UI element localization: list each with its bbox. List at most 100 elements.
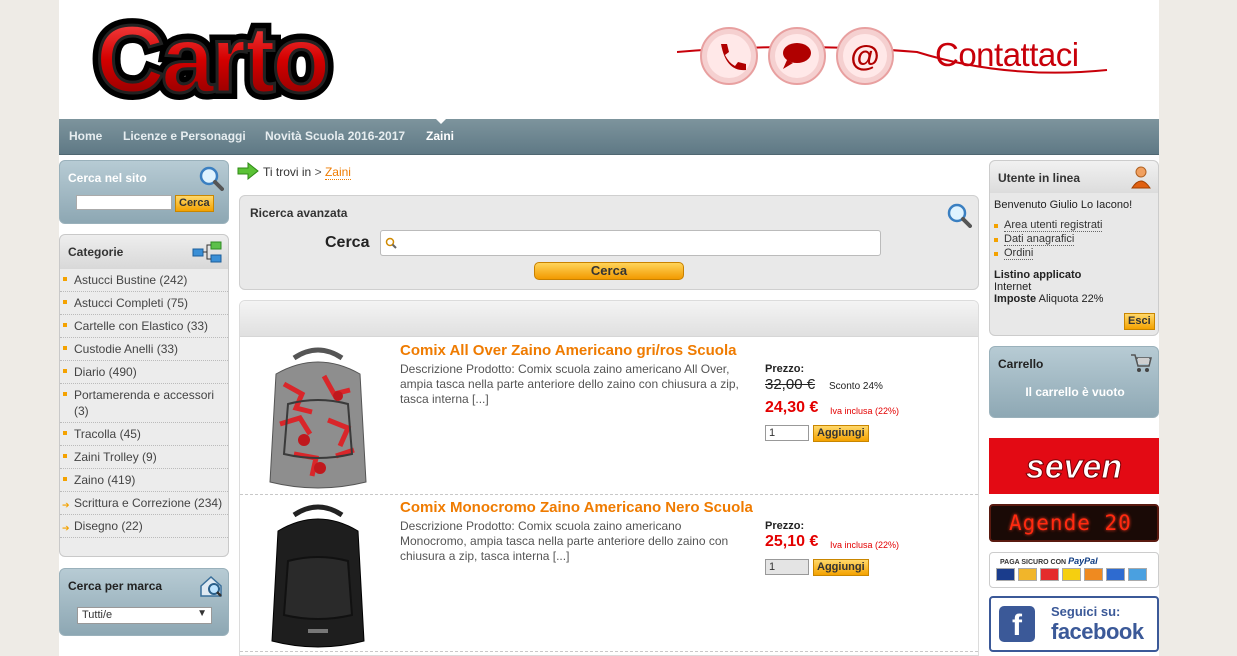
svg-text:@: @ [850, 40, 879, 73]
seven-banner[interactable]: seven [989, 438, 1159, 494]
user-welcome: Benvenuto Giulio Lo Iacono! [994, 199, 1133, 211]
phone-icon [700, 27, 758, 85]
listino-label: Listino applicato [994, 269, 1082, 281]
bullet-icon [63, 369, 67, 373]
mastercard-icon [1018, 568, 1037, 581]
arrow-right-icon: ➔ [62, 523, 70, 533]
postepay-card-icon [1040, 568, 1059, 581]
backpack-black-image[interactable] [254, 501, 382, 649]
arrow-right-icon: ➔ [62, 500, 70, 510]
results-toolbar [240, 301, 978, 337]
main-nav: Home Licenze e Personaggi Novità Scuola … [59, 118, 1159, 155]
facebook-icon: f [999, 606, 1035, 642]
category-item[interactable]: Tracolla (45) [60, 423, 228, 446]
category-label: Tracolla (45) [74, 427, 141, 441]
category-item[interactable]: ➔ Disegno (22) [60, 515, 228, 538]
facebook-follow-text: Seguici su: [1051, 604, 1121, 619]
old-price: 32,00 € [765, 376, 816, 393]
category-item[interactable]: Portamerenda e accessori (3) [60, 384, 228, 423]
facebook-banner[interactable]: f Seguici su: facebook [989, 596, 1159, 652]
categories-title: Categorie [68, 245, 124, 259]
category-item[interactable]: Custodie Anelli (33) [60, 338, 228, 361]
bullet-icon [63, 454, 67, 458]
price: 25,10 € [765, 533, 819, 550]
advanced-search-panel: Ricerca avanzata Cerca Cerca [239, 195, 979, 290]
quantity-input[interactable]: 1 [765, 425, 809, 441]
advanced-search-button[interactable]: Cerca [534, 262, 684, 280]
logo-text: Carto [96, 6, 327, 110]
user-box: Utente in linea Benvenuto Giulio Lo Iaco… [989, 160, 1159, 336]
email-icon: @ [836, 27, 894, 85]
nav-novita[interactable]: Novità Scuola 2016-2017 [265, 129, 405, 143]
product-title[interactable]: Comix Monocromo Zaino Americano Nero Scu… [400, 499, 753, 516]
page: Carto Carto @ Contattaci Home Licenze e … [59, 0, 1159, 656]
logout-button[interactable]: Esci [1124, 313, 1155, 330]
category-item[interactable]: Cartelle con Elastico (33) [60, 315, 228, 338]
bullet-icon [63, 431, 67, 435]
category-label: Astucci Completi (75) [74, 296, 189, 310]
nav-zaini[interactable]: Zaini [426, 129, 454, 143]
paypal-banner: PAGA SICURO CON PayPal [989, 552, 1159, 588]
breadcrumb-current[interactable]: Zaini [324, 165, 351, 180]
category-label: Zaino (419) [74, 473, 136, 487]
product-item: Comix All Over Zaino Americano gri/ros S… [240, 338, 978, 495]
user-title: Utente in linea [998, 171, 1081, 185]
category-item[interactable]: Zaini Trolley (9) [60, 446, 228, 469]
magnifier-icon [947, 203, 972, 228]
carto-logo[interactable]: Carto Carto [67, 0, 355, 120]
add-to-cart-button[interactable]: Aggiungi [813, 425, 869, 442]
link-dati-anagrafici[interactable]: Dati anagrafici [1004, 233, 1075, 246]
category-label: Cartelle con Elastico (33) [74, 319, 209, 333]
nav-licenze[interactable]: Licenze e Personaggi [123, 129, 246, 143]
category-label: Disegno (22) [74, 519, 143, 533]
agende-led-banner[interactable]: Agende 20 [989, 504, 1159, 542]
vat-label: Iva inclusa (22%) [830, 406, 900, 416]
postepay-evolution-icon [1062, 568, 1081, 581]
price-label: Prezzo: [765, 363, 805, 375]
link-area-utenti[interactable]: Area utenti registrati [1004, 219, 1103, 232]
nav-home[interactable]: Home [69, 129, 102, 143]
dropdown-arrow-icon: ▼ [197, 608, 207, 619]
category-label: Custodie Anelli (33) [74, 342, 179, 356]
seven-logo-text: seven [1026, 448, 1122, 486]
category-label: Zaini Trolley (9) [74, 450, 157, 464]
cart-title: Carrello [998, 357, 1044, 371]
bullet-icon [63, 346, 67, 350]
discount-label: Sconto 24% [829, 381, 883, 392]
paypal-prefix: PAGA SICURO CON [1000, 559, 1067, 566]
bullet-icon [63, 392, 67, 396]
breadcrumb-separator: > [314, 165, 322, 179]
category-label: Astucci Bustine (242) [74, 273, 188, 287]
category-item[interactable]: Diario (490) [60, 361, 228, 384]
imposte-value: Aliquota 22% [1038, 293, 1104, 305]
listino-value: Internet [994, 281, 1032, 293]
category-label: Portamerenda e accessori (3) [74, 388, 215, 418]
imposte-label: Imposte [994, 293, 1037, 305]
backpack-grey-red-image[interactable] [254, 344, 382, 492]
paypal-brand: PayPal [1068, 556, 1098, 566]
category-item[interactable]: Zaino (419) [60, 469, 228, 492]
bullet-icon [994, 224, 998, 228]
contact-label[interactable]: Contattaci [935, 36, 1079, 74]
link-ordini[interactable]: Ordini [1004, 247, 1034, 260]
house-search-icon [200, 575, 222, 597]
site-search-button[interactable]: Cerca [175, 195, 214, 212]
advanced-search-input[interactable] [380, 230, 881, 256]
led-text: Agende 20 [1009, 511, 1132, 535]
category-item[interactable]: ➔ Scrittura e Correzione (234) [60, 492, 228, 515]
bullet-icon [63, 277, 67, 281]
product-title[interactable]: Comix All Over Zaino Americano gri/ros S… [400, 342, 736, 359]
quantity-input[interactable]: 1 [765, 559, 809, 575]
user-icon [1131, 166, 1151, 189]
category-item[interactable]: Astucci Completi (75) [60, 292, 228, 315]
category-label: Diario (490) [74, 365, 137, 379]
cart-box: Carrello Il carrello è vuoto [989, 346, 1159, 418]
site-search-input[interactable] [76, 195, 172, 210]
category-item[interactable]: Astucci Bustine (242) [60, 269, 228, 292]
imposte-row: Imposte Aliquota 22% [994, 293, 1103, 305]
add-to-cart-button[interactable]: Aggiungi [813, 559, 869, 576]
cart-icon [1131, 354, 1152, 372]
brand-select[interactable]: Tutti/e ▼ [77, 607, 212, 624]
contact-area[interactable]: @ Contattaci [676, 22, 1117, 92]
bullet-icon [63, 323, 67, 327]
